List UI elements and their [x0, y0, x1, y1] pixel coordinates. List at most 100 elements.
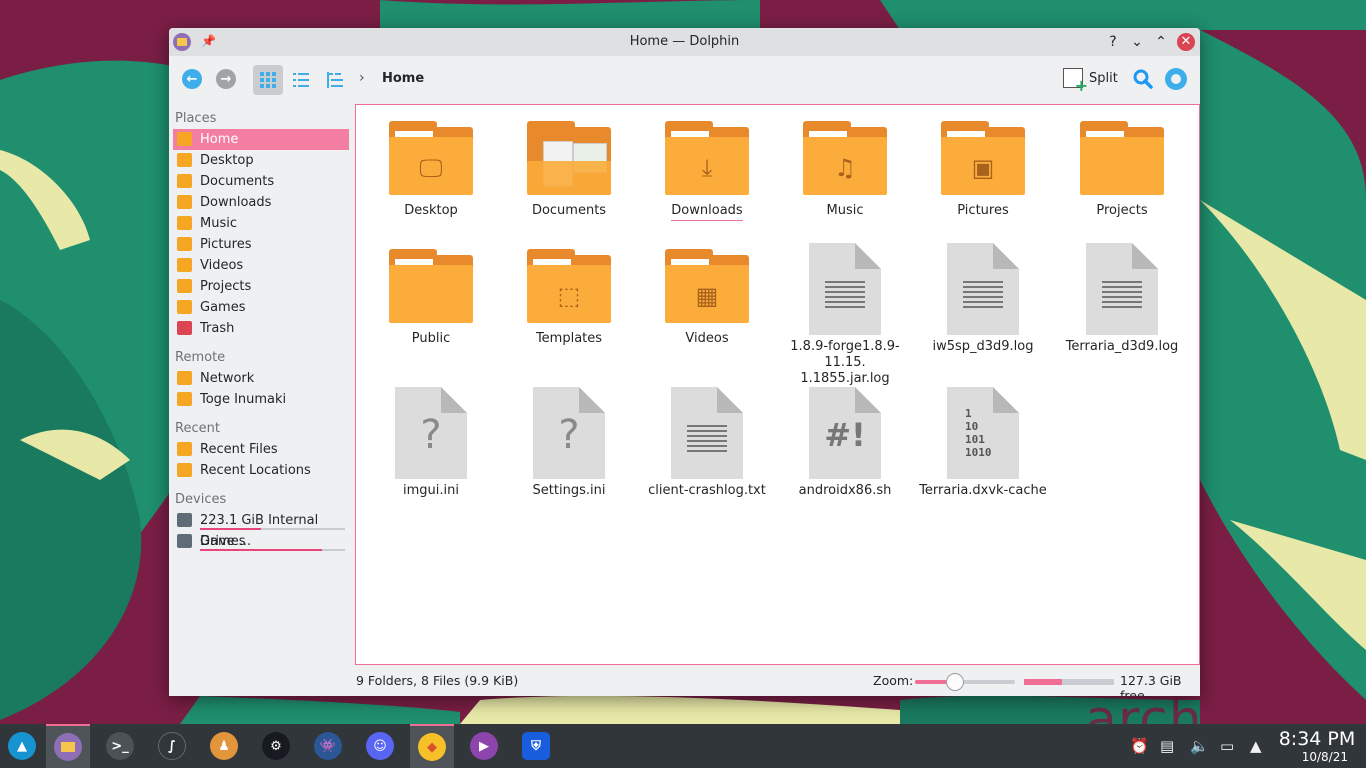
file-item-androidx86-sh[interactable]: #! androidx86.sh — [776, 387, 914, 499]
task-lutris[interactable]: 👾 — [306, 724, 350, 768]
sidebar-item-projects[interactable]: Projects — [173, 276, 349, 297]
sidebar-item-toge-inumaki[interactable]: Toge Inumaki — [173, 389, 349, 410]
clipboard-icon[interactable]: ▤ — [1160, 737, 1174, 755]
sidebar-item-games-drive[interactable]: Games — [173, 531, 349, 552]
templates-folder-icon: ⬚ — [527, 249, 611, 327]
brave-icon: ◆ — [418, 733, 446, 761]
text-file-icon — [671, 387, 743, 479]
sidebar-item-recent-locations[interactable]: Recent Locations — [173, 460, 349, 481]
folder-icon — [177, 300, 192, 314]
home-icon — [177, 132, 192, 146]
file-item-pictures[interactable]: ▣ Pictures — [914, 121, 1052, 219]
devices-section-title: Devices — [175, 492, 227, 507]
task-brave[interactable]: ◆ — [410, 724, 454, 768]
sidebar-item-internal-drive[interactable]: 223.1 GiB Internal Drive ... — [173, 510, 349, 549]
app-launcher-button[interactable]: ▲ — [0, 724, 44, 768]
task-kdenlive[interactable]: ∫ — [150, 724, 194, 768]
zoom-slider[interactable] — [915, 673, 1015, 691]
details-view-button[interactable] — [320, 65, 350, 95]
file-item-label: Desktop — [404, 203, 458, 218]
maximize-button[interactable]: ⌃ — [1151, 32, 1171, 52]
kdenlive-icon: ∫ — [158, 732, 186, 760]
sidebar-item-pictures[interactable]: Pictures — [173, 234, 349, 255]
binary-file-icon: 1 10 101 1010 — [947, 387, 1019, 479]
clock[interactable]: 8:34 PM 10/8/21 — [1278, 728, 1356, 764]
sidebar-item-videos[interactable]: Videos — [173, 255, 349, 276]
sidebar-item-downloads[interactable]: Downloads — [173, 192, 349, 213]
file-item-crashlog[interactable]: client-crashlog.txt — [638, 387, 776, 499]
file-item-dxvk-cache[interactable]: 1 10 101 1010 Terraria.dxvk-cache — [914, 387, 1052, 499]
sidebar-item-label: Desktop — [200, 153, 254, 168]
sidebar-item-network[interactable]: Network — [173, 368, 349, 389]
file-item-videos[interactable]: ▦ Videos — [638, 249, 776, 347]
back-button[interactable]: ← — [182, 69, 202, 89]
file-item-label: Settings.ini — [532, 483, 606, 498]
network-icon[interactable]: ▭ — [1220, 737, 1234, 755]
task-media-player[interactable]: ▶ — [462, 724, 506, 768]
file-item-imgui-ini[interactable]: ? imgui.ini — [362, 387, 500, 499]
sidebar-item-trash[interactable]: Trash — [173, 318, 349, 339]
file-view[interactable]: 🖵 Desktop Documents ⤓ Downloads ♫ Music … — [355, 104, 1200, 665]
task-discord[interactable]: ☺ — [358, 724, 402, 768]
task-joystick[interactable]: ♟ — [202, 724, 246, 768]
toolbar: ← → › Home + Split — [169, 56, 1200, 102]
file-item-public[interactable]: Public — [362, 249, 500, 347]
sidebar-item-desktop[interactable]: Desktop — [173, 150, 349, 171]
file-item-terraria-log[interactable]: Terraria_d3d9.log — [1053, 243, 1191, 355]
file-item-projects[interactable]: Projects — [1053, 121, 1191, 219]
task-steam[interactable]: ⚙ — [254, 724, 298, 768]
split-view-icon — [1063, 68, 1088, 95]
menu-button[interactable] — [1165, 68, 1187, 90]
steam-icon: ⚙ — [262, 732, 290, 760]
unknown-file-icon: ? — [395, 387, 467, 479]
compact-view-button[interactable] — [286, 65, 316, 95]
text-file-icon — [809, 243, 881, 335]
drive-usage-bar — [200, 549, 345, 551]
sidebar-item-label: Videos — [200, 258, 244, 273]
script-file-icon: #! — [809, 387, 881, 479]
trash-icon — [177, 321, 192, 335]
zoom-slider-handle[interactable] — [946, 673, 964, 691]
file-item-templates[interactable]: ⬚ Templates — [500, 249, 638, 347]
file-item-downloads[interactable]: ⤓ Downloads — [638, 121, 776, 221]
volume-icon[interactable]: 🔈 — [1190, 737, 1209, 755]
recent-locations-icon — [177, 463, 192, 477]
close-button[interactable]: ✕ — [1177, 33, 1195, 51]
file-item-label: androidx86.sh — [798, 483, 892, 498]
task-dolphin[interactable] — [46, 724, 90, 768]
file-grid: 🖵 Desktop Documents ⤓ Downloads ♫ Music … — [356, 105, 1199, 664]
sidebar-item-label: Games — [200, 534, 246, 549]
file-item-settings-ini[interactable]: ? Settings.ini — [500, 387, 638, 499]
sidebar-item-games[interactable]: Games — [173, 297, 349, 318]
breadcrumb[interactable]: Home — [382, 71, 424, 86]
folder-icon — [177, 279, 192, 293]
chevron-right-icon: › — [359, 70, 365, 86]
split-label: Split — [1089, 70, 1118, 86]
split-button[interactable]: Split — [1063, 68, 1118, 95]
task-konsole[interactable]: >_ — [98, 724, 142, 768]
sidebar-item-home[interactable]: Home — [173, 129, 349, 150]
file-item-music[interactable]: ♫ Music — [776, 121, 914, 219]
sidebar-item-music[interactable]: Music — [173, 213, 349, 234]
file-item-label: Documents — [531, 203, 607, 218]
task-bitwarden[interactable]: ⛨ — [514, 724, 558, 768]
minimize-button[interactable]: ⌄ — [1127, 32, 1147, 52]
file-item-desktop[interactable]: 🖵 Desktop — [362, 121, 500, 219]
download-icon — [177, 195, 192, 209]
file-item-documents[interactable]: Documents — [500, 121, 638, 219]
file-item-iw5sp-log[interactable]: iw5sp_d3d9.log — [914, 243, 1052, 355]
search-button[interactable] — [1132, 68, 1154, 90]
icons-view-button[interactable] — [253, 65, 283, 95]
sidebar-item-documents[interactable]: Documents — [173, 171, 349, 192]
sidebar-item-label: Games — [200, 300, 246, 315]
sidebar-item-label: Documents — [200, 174, 275, 189]
alarm-icon[interactable]: ⏰ — [1130, 737, 1149, 755]
file-item-forge-log[interactable]: 1.8.9-forge1.8.9-11.15. 1.1855.jar.log — [776, 243, 914, 387]
help-button[interactable]: ? — [1103, 32, 1123, 52]
sidebar-item-label: Home — [200, 132, 239, 147]
tray-expand-icon[interactable]: ▲ — [1250, 737, 1262, 755]
titlebar[interactable]: 📌 Home — Dolphin ? ⌄ ⌃ ✕ — [169, 28, 1200, 56]
lutris-icon: 👾 — [314, 732, 342, 760]
forward-button[interactable]: → — [216, 69, 236, 89]
sidebar-item-recent-files[interactable]: Recent Files — [173, 439, 349, 460]
